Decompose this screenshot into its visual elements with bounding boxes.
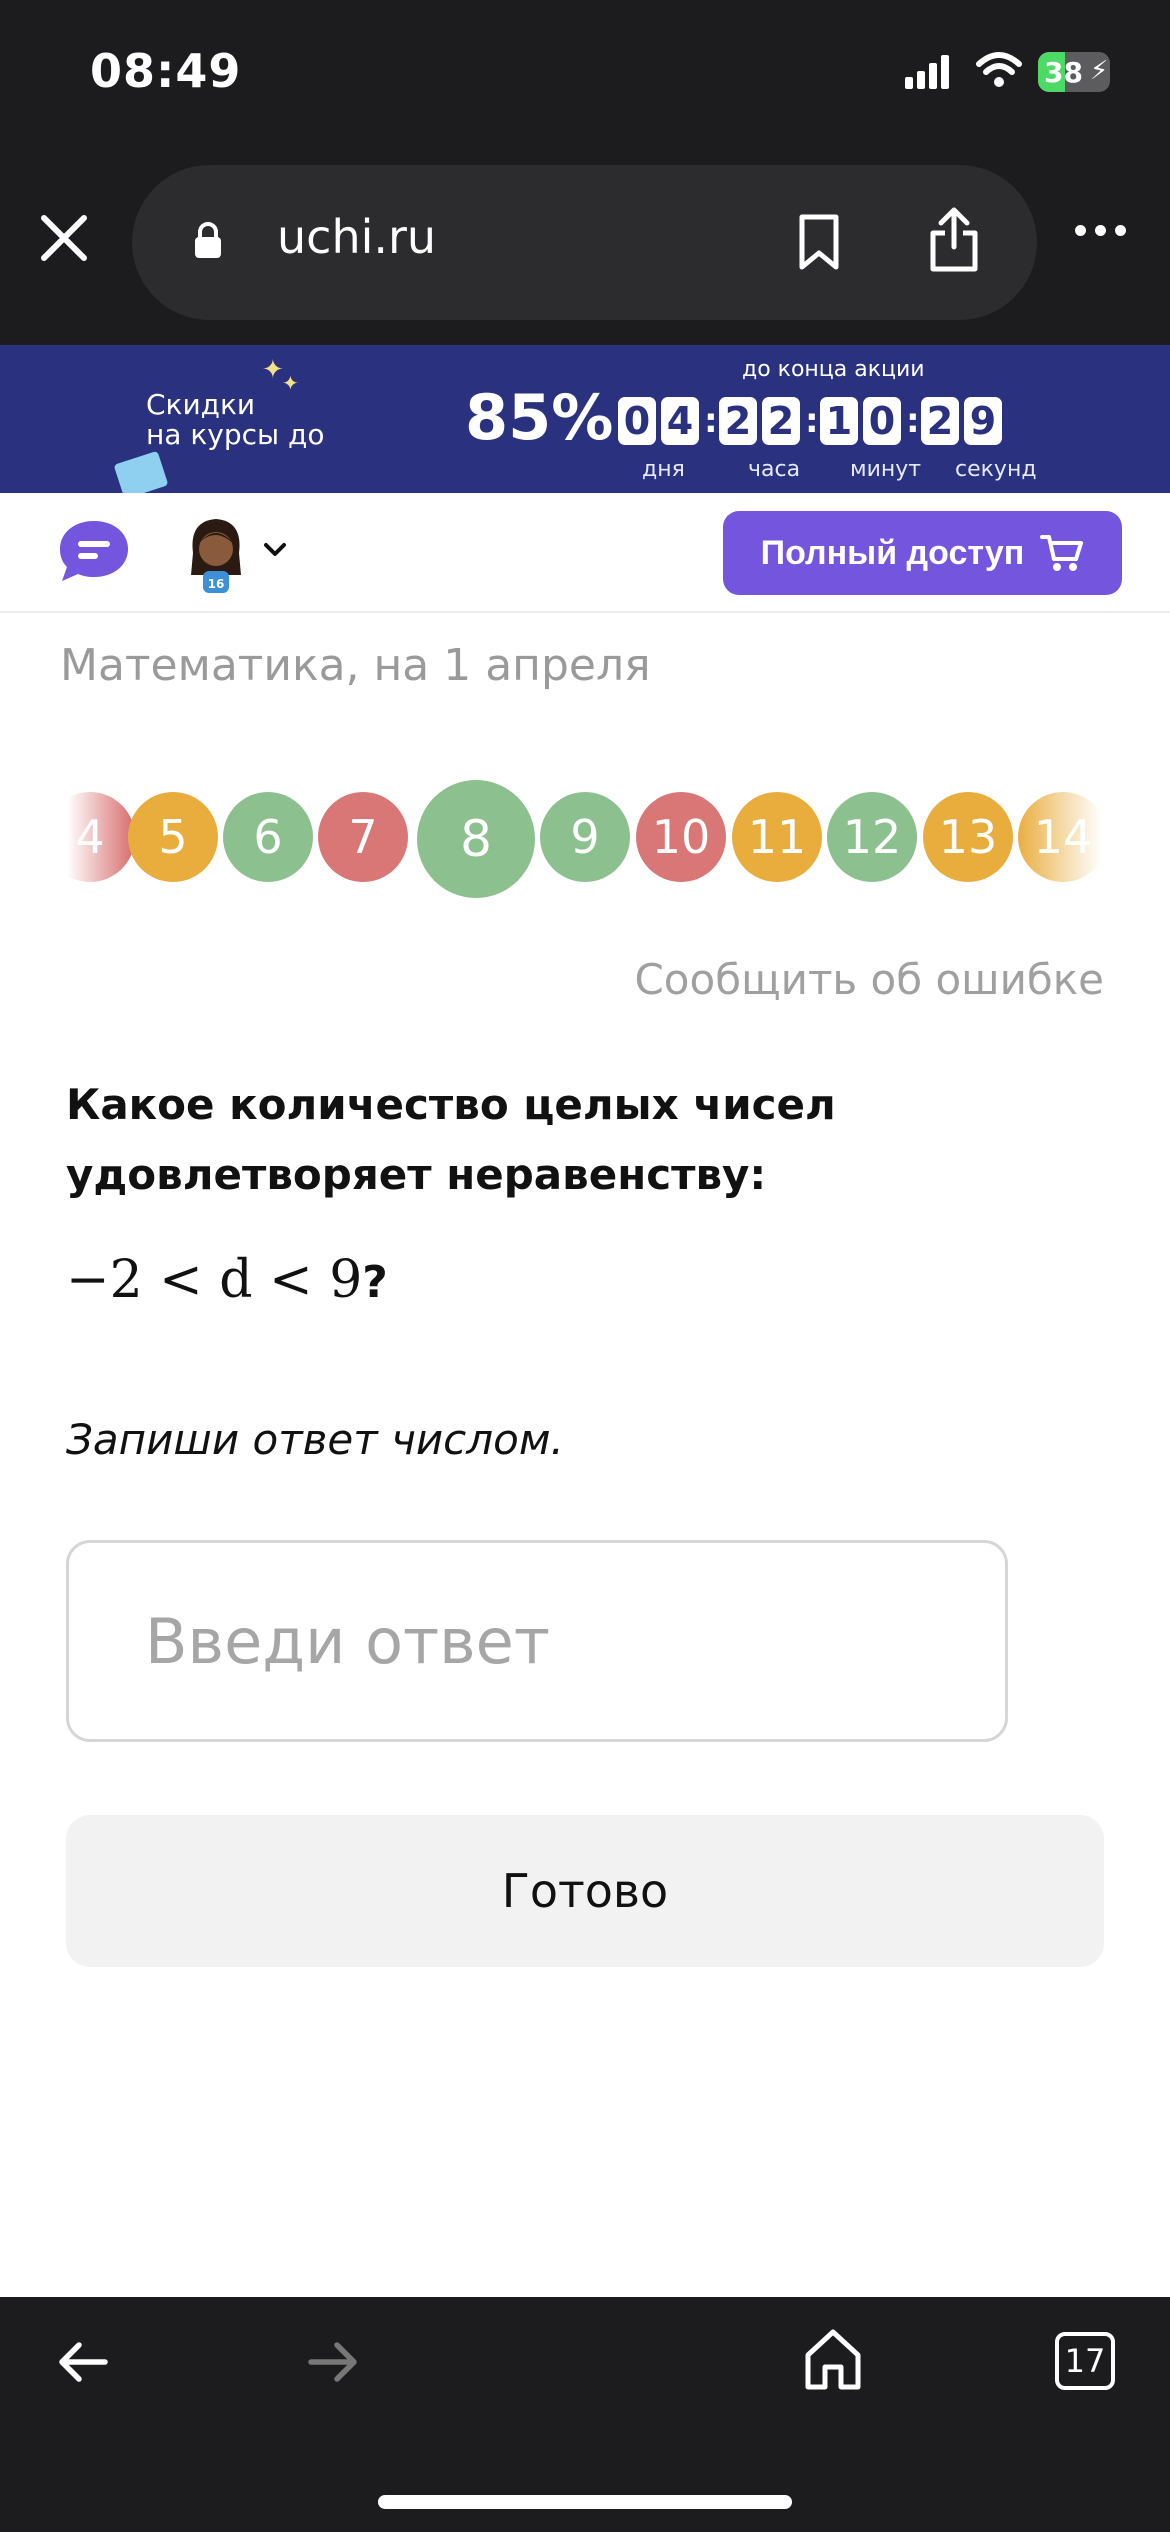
browser-toolbar: 17 [0, 2297, 1170, 2532]
timer-digit: 2 [719, 397, 757, 445]
timer-digit: 2 [762, 397, 800, 445]
task-step[interactable]: 5 [128, 792, 218, 882]
timer-unit-minutes: минут [850, 457, 922, 482]
steps-fade-right [1016, 780, 1106, 900]
task-step[interactable]: 7 [318, 792, 408, 882]
timer-separator: : [805, 401, 819, 441]
timer-unit-hours: часа [748, 457, 801, 482]
timer-digit: 4 [661, 397, 699, 445]
answer-hint: Запиши ответ числом. [66, 1415, 564, 1464]
full-access-label: Полный доступ [760, 533, 1025, 572]
formula-expression: −2 < d < 9 [66, 1250, 363, 1310]
battery-percent: 38 [1044, 56, 1083, 89]
back-arrow-icon[interactable] [55, 2337, 111, 2387]
timer-unit-days: дня [642, 457, 685, 482]
promo-banner[interactable]: ✦ ✦ Скидки на курсы до 85% до конца акци… [0, 345, 1170, 500]
cart-icon [1040, 535, 1084, 571]
timer-digit: 0 [618, 397, 656, 445]
breadcrumb: Математика, на 1 апреля [60, 640, 651, 691]
formula-suffix: ? [362, 1257, 388, 1308]
bookmark-icon[interactable] [797, 213, 841, 271]
share-icon[interactable] [927, 205, 981, 275]
promo-percent: 85% [465, 381, 614, 454]
close-icon[interactable] [38, 212, 90, 264]
task-step[interactable]: 12 [827, 792, 917, 882]
answer-input[interactable] [66, 1540, 1008, 1742]
full-access-button[interactable]: Полный доступ [723, 511, 1122, 595]
steps-fade-left [60, 780, 130, 900]
chevron-down-icon[interactable] [262, 541, 288, 559]
forward-arrow-icon[interactable] [305, 2337, 361, 2387]
timer-separator: : [906, 401, 920, 441]
more-options-icon[interactable] [1075, 225, 1126, 236]
task-step-current[interactable]: 8 [417, 780, 535, 898]
timer-digit: 9 [964, 397, 1002, 445]
home-indicator [378, 2495, 792, 2509]
app-header: 16 Полный доступ [0, 493, 1170, 613]
cellular-signal-icon [905, 55, 949, 89]
charging-bolt-icon: ⚡ [1090, 56, 1109, 86]
promo-label-line2: на курсы до [146, 418, 325, 451]
countdown-timer: 0 4 : 2 2 : 1 0 : 2 9 [618, 397, 1007, 445]
report-error-link[interactable]: Сообщить об ошибке [634, 955, 1104, 1004]
status-time: 08:49 [90, 44, 242, 98]
sparkle-icon: ✦ [262, 355, 284, 385]
battery-icon: 38 ⚡ [1038, 52, 1110, 92]
url-text: uchi.ru [277, 210, 437, 264]
chat-icon[interactable] [58, 519, 130, 583]
browser-bar: uchi.ru [0, 150, 1170, 345]
home-icon[interactable] [803, 2327, 863, 2391]
promo-label-line1: Скидки [146, 388, 256, 421]
status-bar: 08:49 38 ⚡ [0, 0, 1170, 150]
promo-label: Скидки на курсы до [146, 390, 325, 450]
timer-unit-seconds: секунд [955, 457, 1037, 482]
avatar[interactable]: 16 [183, 513, 249, 593]
question-text: Какое количество целых чисел удовлетворя… [66, 1080, 836, 1199]
task-step[interactable]: 9 [540, 792, 630, 882]
done-button[interactable]: Готово [66, 1815, 1104, 1967]
gift-icon [113, 450, 169, 500]
task-steps: 4567891011121314 [60, 780, 1106, 900]
svg-text:16: 16 [208, 577, 225, 591]
tabs-button[interactable]: 17 [1055, 2332, 1115, 2390]
task-step[interactable]: 11 [732, 792, 822, 882]
address-bar[interactable]: uchi.ru [132, 165, 1037, 320]
wifi-icon [976, 52, 1022, 87]
task-step[interactable]: 10 [636, 792, 726, 882]
timer-digit: 1 [820, 397, 858, 445]
timer-separator: : [704, 401, 718, 441]
lock-icon [195, 222, 221, 258]
task-step[interactable]: 13 [923, 792, 1013, 882]
formula: −2 < d < 9? [66, 1250, 388, 1310]
timer-digit: 2 [921, 397, 959, 445]
task-step[interactable]: 6 [223, 792, 313, 882]
timer-digit: 0 [863, 397, 901, 445]
promo-until-label: до конца акции [742, 357, 925, 382]
